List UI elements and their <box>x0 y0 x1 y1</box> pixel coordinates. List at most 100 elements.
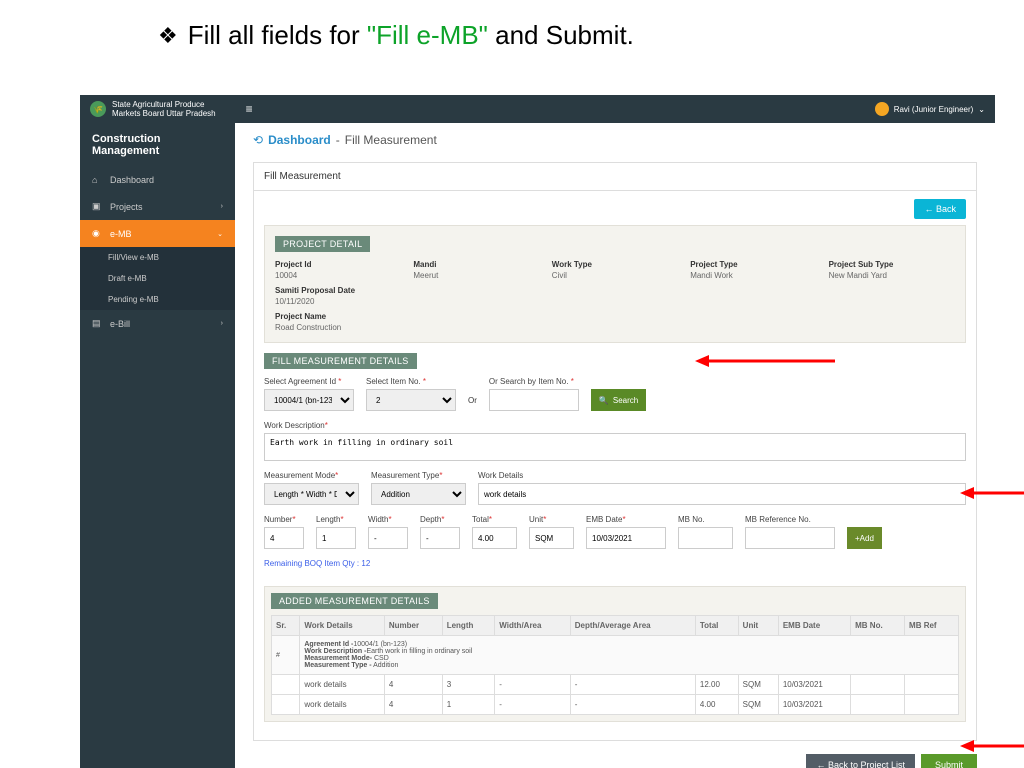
mtype-select[interactable]: Addition <box>371 483 466 505</box>
submit-button[interactable]: Submit <box>921 754 977 768</box>
th-mbref: MB Ref <box>905 616 959 636</box>
breadcrumb: ⟲ Dashboard - Fill Measurement <box>235 123 995 157</box>
th-wd: Work Details <box>300 616 385 636</box>
back-circle-icon[interactable]: ⟲ <box>253 133 263 147</box>
breadcrumb-page: Fill Measurement <box>345 133 437 147</box>
val-subtype: New Mandi Yard <box>829 271 955 280</box>
back-button[interactable]: ← Back <box>914 199 966 219</box>
sidebar-item-dashboard[interactable]: ⌂Dashboard <box>80 167 235 193</box>
sidebar-item-emb[interactable]: ◉e-MB⌄ <box>80 220 235 247</box>
lbl-mbref: MB Reference No. <box>745 515 835 524</box>
table-desc-row: # Agreement Id -10004/1 (bn-123) Work De… <box>272 636 959 675</box>
desc-cell: Agreement Id -10004/1 (bn-123) Work Desc… <box>300 636 959 675</box>
remaining-qty: Remaining BOQ Item Qty : 12 <box>264 559 966 568</box>
lbl-width: Width <box>368 515 388 524</box>
lbl-pname: Project Name <box>275 312 540 321</box>
lbl-total: Total <box>472 515 489 524</box>
sidebar-title: Construction Management <box>80 123 235 167</box>
emb-icon: ◉ <box>92 228 102 239</box>
org-line2: Markets Board Uttar Pradesh <box>112 109 216 118</box>
chevron-down-icon: ⌄ <box>217 230 223 238</box>
ebill-icon: ▤ <box>92 318 102 329</box>
back-to-list-button[interactable]: ← Back to Project List <box>806 754 915 768</box>
agreement-select[interactable]: 10004/1 (bn-123) <box>264 389 354 411</box>
diamond-bullet-icon: ❖ <box>158 23 178 49</box>
section-project-header: PROJECT DETAIL <box>275 236 370 252</box>
content-area: ⟲ Dashboard - Fill Measurement Fill Meas… <box>235 123 995 768</box>
lbl-number: Number <box>264 515 292 524</box>
user-name: Ravi (Junior Engineer) <box>894 105 974 114</box>
sidebar-projects-label: Projects <box>110 202 143 212</box>
avatar-icon <box>875 102 889 116</box>
val-ptype: Mandi Work <box>690 271 816 280</box>
table-row: work details43--12.00SQM10/03/2021 <box>272 675 959 695</box>
workdesc-textarea[interactable]: Earth work in filling in ordinary soil <box>264 433 966 461</box>
table-row: work details41--4.00SQM10/03/2021 <box>272 695 959 715</box>
th-mbno: MB No. <box>851 616 905 636</box>
search-item-input[interactable] <box>489 389 579 411</box>
wdetails-input[interactable] <box>478 483 966 505</box>
breadcrumb-dashboard[interactable]: Dashboard <box>268 133 331 147</box>
lbl-mmode: Measurement Mode <box>264 471 335 480</box>
lbl-length: Length <box>316 515 340 524</box>
lbl-date: Samiti Proposal Date <box>275 286 401 295</box>
sidebar-dashboard-label: Dashboard <box>110 175 154 185</box>
lbl-ptype: Project Type <box>690 260 816 269</box>
sidebar-ebill-label: e-Bill <box>110 319 130 329</box>
desc-hash: # <box>272 636 300 675</box>
search-button[interactable]: 🔍 Search <box>591 389 646 411</box>
logo-area: 🌾 State Agricultural Produce Markets Boa… <box>90 100 216 118</box>
embdate-input[interactable] <box>586 527 666 549</box>
lbl-mandi: Mandi <box>413 260 539 269</box>
sidebar-sub-draft[interactable]: Draft e-MB <box>80 268 235 289</box>
number-input[interactable] <box>264 527 304 549</box>
mmode-select[interactable]: Length * Width * Depth <box>264 483 359 505</box>
lbl-subtype: Project Sub Type <box>829 260 955 269</box>
th-sr: Sr. <box>272 616 300 636</box>
project-detail-box: PROJECT DETAIL Project Id10004 MandiMeer… <box>264 225 966 343</box>
length-input[interactable] <box>316 527 356 549</box>
th-emb: EMB Date <box>778 616 850 636</box>
sidebar-sub-fillview[interactable]: Fill/View e-MB <box>80 247 235 268</box>
width-input[interactable] <box>368 527 408 549</box>
lbl-worktype: Work Type <box>552 260 678 269</box>
section-added-header: ADDED MEASUREMENT DETAILS <box>271 593 438 609</box>
val-project-id: 10004 <box>275 271 401 280</box>
mbref-input[interactable] <box>745 527 835 549</box>
unit-input[interactable] <box>529 527 574 549</box>
val-pname: Road Construction <box>275 323 540 332</box>
lbl-mtype: Measurement Type <box>371 471 439 480</box>
th-num: Number <box>384 616 442 636</box>
total-input[interactable] <box>472 527 517 549</box>
th-da: Depth/Average Area <box>570 616 695 636</box>
lbl-mbno: MB No. <box>678 515 733 524</box>
hamburger-icon[interactable]: ≡ <box>246 102 253 116</box>
user-menu[interactable]: Ravi (Junior Engineer) ⌄ <box>875 102 985 116</box>
sidebar-item-projects[interactable]: ▣Projects› <box>80 193 235 220</box>
instr-suffix: and Submit. <box>495 20 634 50</box>
search-label: Search <box>613 396 638 405</box>
th-unit: Unit <box>738 616 778 636</box>
lbl-wdetails: Work Details <box>478 471 966 480</box>
instr-prefix: Fill all fields for <box>188 20 367 50</box>
item-select[interactable]: 2 <box>366 389 456 411</box>
mbno-input[interactable] <box>678 527 733 549</box>
sidebar-sub-pending[interactable]: Pending e-MB <box>80 289 235 310</box>
app-screenshot: 🌾 State Agricultural Produce Markets Boa… <box>80 95 995 768</box>
projects-icon: ▣ <box>92 201 102 212</box>
search-icon: 🔍 <box>599 396 609 405</box>
main-panel: Fill Measurement ← Back PROJECT DETAIL P… <box>253 162 977 741</box>
sidebar: Construction Management ⌂Dashboard ▣ Proj… <box>80 123 235 768</box>
add-button[interactable]: +Add <box>847 527 882 549</box>
lbl-agreement: Select Agreement Id <box>264 377 336 386</box>
sidebar-item-ebill[interactable]: ▤ e-Bill › <box>80 310 235 337</box>
breadcrumb-sep: - <box>336 133 340 147</box>
section-fill-header: FILL MEASUREMENT DETAILS <box>264 353 417 369</box>
depth-input[interactable] <box>420 527 460 549</box>
instr-highlight: "Fill e-MB" <box>367 20 488 50</box>
lbl-searchby: Or Search by Item No. <box>489 377 569 386</box>
chevron-right-icon: › <box>221 320 223 327</box>
panel-title: Fill Measurement <box>254 163 976 191</box>
lbl-embdate: EMB Date <box>586 515 622 524</box>
chevron-down-icon: ⌄ <box>978 105 985 114</box>
